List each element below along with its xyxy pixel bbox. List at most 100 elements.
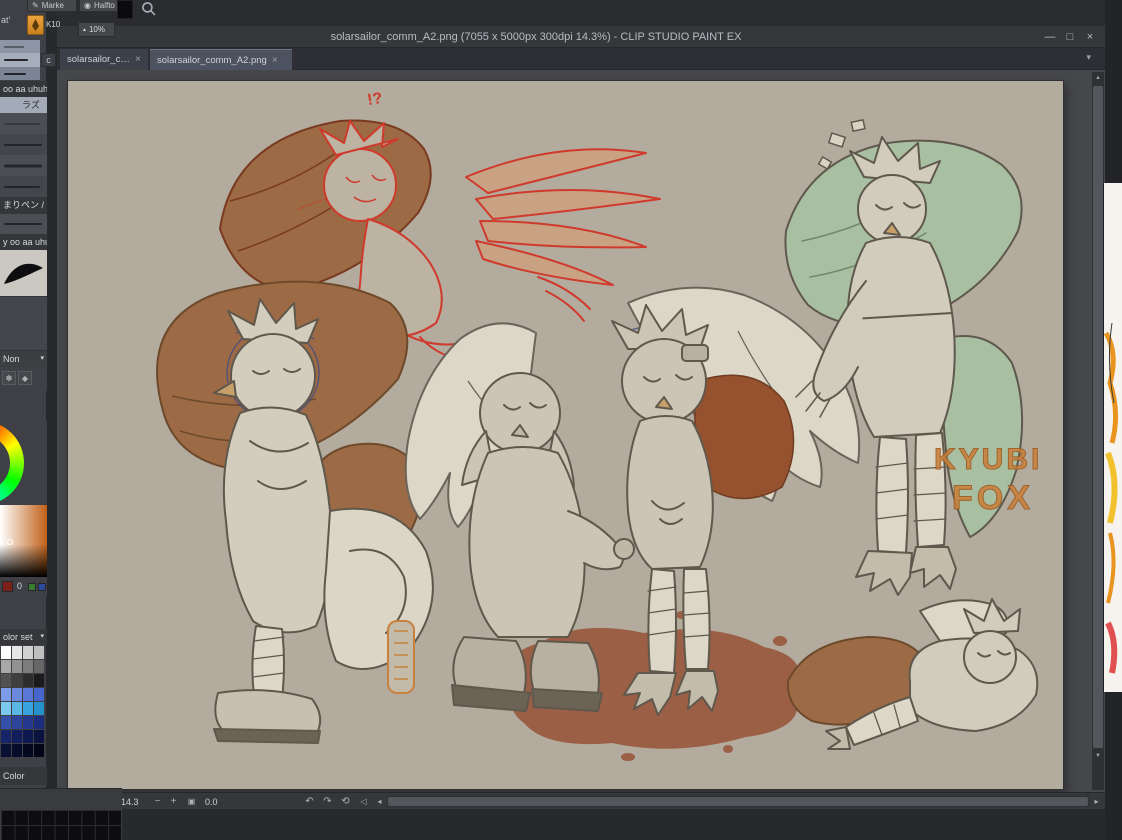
blend-mode-value: Non (3, 354, 20, 364)
color-swatch[interactable] (1, 660, 11, 673)
color-swatch[interactable] (34, 744, 44, 757)
effect-tool-button[interactable]: ✽ (2, 371, 16, 385)
chevron-down-icon[interactable]: ▾ (1086, 52, 1091, 63)
color-swatch[interactable] (23, 646, 33, 659)
flip-view-button[interactable]: ◁ (357, 795, 370, 808)
active-pen-tool-icon[interactable] (27, 15, 44, 35)
vertical-scrollbar-thumb[interactable] (1093, 86, 1103, 748)
horizontal-scrollbar[interactable] (387, 796, 1089, 807)
color-picker-cursor[interactable] (7, 539, 13, 545)
scroll-down-icon[interactable]: ▼ (1092, 750, 1104, 762)
color-swatch[interactable] (12, 702, 22, 715)
document-canvas[interactable]: !? (68, 81, 1063, 789)
color-swatch[interactable] (34, 646, 44, 659)
tab-close-icon[interactable]: × (272, 55, 278, 66)
bg-color-swatch[interactable] (38, 583, 46, 591)
color-swatch[interactable] (1, 646, 11, 659)
zoom-value: 14.3 (121, 797, 139, 807)
rotate-ccw-button[interactable]: ↶ (303, 795, 316, 808)
minimize-button[interactable]: — (1041, 28, 1059, 46)
fit-screen-button[interactable]: ▣ (185, 795, 198, 808)
rotation-angle-value: 0.0 (205, 797, 218, 807)
cropped-side-canvas[interactable] (1104, 183, 1122, 692)
color-swatch[interactable] (12, 716, 22, 729)
brush-group-header[interactable]: oo aa uhuh (0, 81, 47, 97)
color-swatch[interactable] (12, 688, 22, 701)
scroll-up-icon[interactable]: ▲ (1092, 72, 1104, 84)
titlebar: solarsailor_comm_A2.png (7055 x 5000px 3… (57, 26, 1105, 48)
color-swatch[interactable] (1, 744, 11, 757)
color-swatch[interactable] (23, 688, 33, 701)
color-swatch[interactable] (12, 674, 22, 687)
brush-item[interactable] (0, 113, 47, 134)
scroll-left-icon[interactable]: ◂ (373, 795, 386, 808)
search-icon[interactable] (141, 1, 156, 21)
reset-view-button[interactable]: ⟲ (339, 795, 352, 808)
brush-item[interactable] (0, 176, 47, 197)
document-tab-active[interactable]: solarsailor_comm_A2.png × (150, 49, 292, 70)
brush-item[interactable] (0, 155, 47, 176)
color-swatch[interactable] (23, 660, 33, 673)
tab-label: solarsailor_comm_A2.png (157, 55, 267, 66)
tab-close-icon[interactable]: × (135, 54, 141, 65)
sketch-exclaim-text: !? (366, 90, 383, 109)
color-swatch[interactable] (23, 730, 33, 743)
document-tab-inactive[interactable]: solarsailor_comm × (60, 49, 148, 70)
color-panel-header: Color (0, 767, 47, 785)
color-swatch[interactable] (1, 688, 11, 701)
brush-item[interactable] (0, 134, 47, 155)
subtool-tab[interactable]: c (41, 53, 56, 67)
canvas-area: !? (57, 70, 1105, 792)
brush-group-label[interactable]: まりペン / (0, 197, 47, 214)
color-swatch[interactable] (12, 744, 22, 757)
color-swatch[interactable] (1, 674, 11, 687)
blur-tool-button[interactable]: ◆ (18, 371, 32, 385)
brush-group-header[interactable]: y oo aa uhu (0, 234, 47, 250)
artist-watermark-line1: KYUBI (934, 443, 1042, 476)
color-swatch[interactable] (1, 702, 11, 715)
color-swatch[interactable] (12, 646, 22, 659)
color-swatch[interactable] (23, 716, 33, 729)
color-swatch[interactable] (34, 716, 44, 729)
zoom-out-button[interactable]: − (151, 795, 164, 808)
color-swatch[interactable] (1, 730, 11, 743)
color-swatch[interactable] (34, 730, 44, 743)
brush-item[interactable] (0, 214, 47, 234)
color-set-panel-header: olor set ▾ (0, 629, 47, 645)
navigation-bar: 14.3 − + ▣ 0.0 ↶ ↷ ⟲ ◁ ◂ ▸ (57, 792, 1105, 809)
sub-color-swatch[interactable] (28, 583, 36, 591)
tool-list-item-selected[interactable] (0, 53, 40, 67)
tool-list-item[interactable] (0, 40, 40, 53)
dark-swatch-grid[interactable] (1, 810, 121, 840)
color-swatch[interactable] (23, 744, 33, 757)
color-swatch[interactable] (23, 702, 33, 715)
color-swatch[interactable] (34, 688, 44, 701)
color-swatch[interactable] (34, 660, 44, 673)
color-swatch[interactable] (1, 716, 11, 729)
brush-item-selected[interactable]: ラズ (0, 97, 47, 113)
color-swatch[interactable] (23, 674, 33, 687)
rotate-cw-button[interactable]: ↷ (321, 795, 334, 808)
color-value-label: 0 (17, 581, 22, 591)
color-wheel[interactable] (0, 421, 47, 505)
blend-mode-dropdown[interactable]: Non ▾ (0, 351, 47, 367)
tool-list-item[interactable] (0, 67, 40, 80)
close-button[interactable]: × (1081, 28, 1099, 46)
horizontal-scrollbar-thumb[interactable] (388, 797, 1088, 806)
color-swatch[interactable] (34, 674, 44, 687)
scroll-right-icon[interactable]: ▸ (1090, 795, 1103, 808)
vertical-scrollbar[interactable]: ▲ ▼ (1092, 72, 1104, 790)
marker-tool-button[interactable]: ✎ Marke (27, 0, 77, 12)
fg-color-swatch[interactable] (2, 581, 13, 592)
left-tool-panel: oo aa uhuh ラズ まりペン / y oo aa uhu Non ▾ ✽… (0, 0, 47, 840)
color-swatch[interactable] (12, 660, 22, 673)
opacity-control[interactable]: ▲ 10% (78, 22, 115, 37)
color-swatch[interactable] (34, 702, 44, 715)
window-controls: — □ × (1041, 28, 1099, 46)
zoom-in-button[interactable]: + (167, 795, 180, 808)
chevron-down-icon[interactable]: ▾ (40, 629, 47, 645)
color-gradient-picker[interactable] (0, 505, 47, 577)
color-swatch[interactable] (12, 730, 22, 743)
color-palette-panel (0, 788, 122, 840)
maximize-button[interactable]: □ (1061, 28, 1079, 46)
